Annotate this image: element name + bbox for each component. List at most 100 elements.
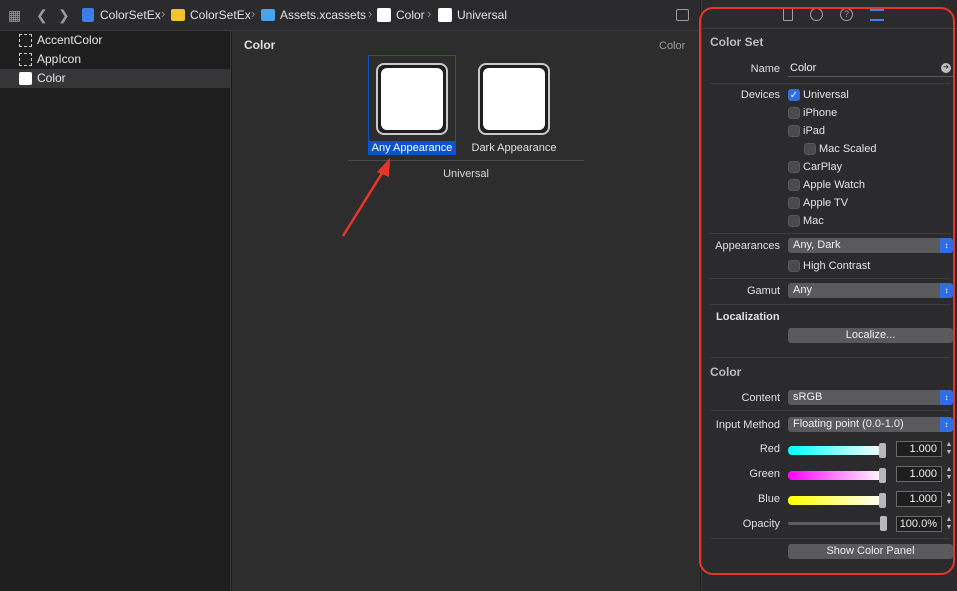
content-label: Content: [741, 392, 780, 404]
red-slider[interactable]: [788, 446, 884, 455]
high-contrast-label: High Contrast: [803, 260, 871, 272]
breadcrumb-assets[interactable]: Assets.xcassets: [280, 8, 366, 22]
opacity-slider[interactable]: [788, 522, 884, 525]
gamut-popup[interactable]: Any ↕: [788, 283, 953, 298]
annotation-arrow: [341, 158, 390, 237]
iphone-checkbox[interactable]: [788, 107, 800, 119]
asset-navigator: AccentColor AppIcon Color: [0, 31, 231, 591]
red-value-field[interactable]: 1.000: [896, 441, 942, 457]
ipad-checkbox[interactable]: [788, 125, 800, 137]
green-slider-knob[interactable]: [879, 468, 886, 483]
green-stepper-icon[interactable]: ▲ ▼: [945, 466, 953, 482]
breadcrumb-separator: ›: [251, 6, 256, 21]
back-arrow-icon[interactable]: ❮: [36, 7, 48, 24]
navigator-item-label: AppIcon: [37, 52, 82, 66]
app-icon-placeholder-icon: [19, 53, 32, 66]
localization-label: Localization: [716, 311, 780, 323]
section-divider: [710, 83, 951, 84]
apple-tv-checkbox[interactable]: [788, 197, 800, 209]
carplay-checkbox-label: CarPlay: [803, 161, 843, 173]
breadcrumb-group[interactable]: ColorSetEx: [190, 8, 251, 22]
navigator-item-appicon[interactable]: AppIcon: [0, 50, 231, 69]
mac-scaled-checkbox[interactable]: [804, 143, 816, 155]
carplay-checkbox[interactable]: [788, 161, 800, 173]
section-divider: [710, 538, 951, 539]
green-value-field[interactable]: 1.000: [896, 466, 942, 482]
asset-catalog-icon: [261, 9, 275, 21]
color-set-placeholder-icon: [19, 34, 32, 47]
opacity-slider-knob[interactable]: [880, 516, 887, 531]
breadcrumb-color[interactable]: Color: [396, 8, 425, 22]
name-field[interactable]: Color ➜: [788, 61, 953, 77]
devices-label: Devices: [740, 89, 780, 101]
input-method-value: Floating point (0.0-1.0): [793, 418, 904, 430]
forward-arrow-icon[interactable]: ❯: [58, 7, 70, 24]
universal-checkbox[interactable]: ✓: [788, 89, 800, 101]
go-arrow-icon[interactable]: ➜: [941, 63, 951, 73]
attributes-inspector: ? Color Set Name Color ➜ Devices ✓ Unive…: [699, 0, 957, 591]
universal-checkbox-label: Universal: [803, 89, 849, 101]
blue-slider[interactable]: [788, 496, 884, 505]
grid-icon[interactable]: ▦: [8, 7, 21, 24]
ipad-checkbox-label: iPad: [803, 125, 826, 137]
navigator-item-accentcolor[interactable]: AccentColor: [0, 31, 231, 50]
content-value: sRGB: [793, 391, 823, 403]
content-popup[interactable]: sRGB ↕: [788, 390, 953, 405]
file-icon[interactable]: [783, 8, 793, 21]
breadcrumb-project[interactable]: ColorSetEx: [100, 8, 161, 22]
red-label: Red: [759, 443, 780, 455]
white-swatch: [381, 68, 443, 130]
dark-appearance-label[interactable]: Dark Appearance: [462, 142, 566, 154]
section-divider: [710, 304, 951, 305]
high-contrast-checkbox[interactable]: [788, 260, 800, 272]
gamut-label: Gamut: [746, 285, 780, 297]
history-icon[interactable]: [810, 8, 823, 21]
red-stepper-icon[interactable]: ▲ ▼: [945, 441, 953, 457]
swift-file-icon: [82, 8, 94, 22]
green-slider[interactable]: [788, 471, 884, 480]
opacity-value-field[interactable]: 100.0%: [896, 516, 942, 532]
localize-button[interactable]: Localize...: [788, 328, 953, 343]
popup-arrows-icon: ↕: [940, 238, 953, 253]
color-set-icon: [377, 8, 391, 22]
input-method-popup[interactable]: Floating point (0.0-1.0) ↕: [788, 417, 953, 432]
appearances-popup[interactable]: Any, Dark ↕: [788, 238, 953, 253]
mac-checkbox-label: Mac: [803, 215, 824, 227]
add-editor-icon[interactable]: [676, 9, 689, 21]
popup-arrows-icon: ↕: [940, 390, 953, 405]
show-color-panel-button[interactable]: Show Color Panel: [788, 544, 953, 559]
editor-title: Color: [244, 38, 276, 52]
popup-arrows-icon: ↕: [940, 417, 953, 432]
blue-stepper-icon[interactable]: ▲ ▼: [945, 491, 953, 507]
breadcrumb-separator: ›: [161, 6, 166, 21]
red-slider-knob[interactable]: [879, 443, 886, 458]
mac-checkbox[interactable]: [788, 215, 800, 227]
section-divider: [710, 233, 951, 234]
gamut-value: Any: [793, 284, 812, 296]
any-appearance-well[interactable]: [376, 63, 448, 135]
mac-scaled-checkbox-label: Mac Scaled: [819, 143, 877, 155]
editor-color-label: Color: [659, 40, 686, 52]
iphone-checkbox-label: iPhone: [803, 107, 838, 119]
opacity-stepper-icon[interactable]: ▲ ▼: [945, 516, 953, 532]
breadcrumb-universal[interactable]: Universal: [457, 8, 507, 22]
help-icon[interactable]: ?: [840, 8, 853, 21]
jump-bar: ▦ ❮ ❯ ColorSetEx › ColorSetEx › Assets.x…: [0, 0, 700, 31]
attributes-icon[interactable]: [870, 9, 884, 21]
opacity-label: Opacity: [742, 518, 780, 530]
blue-label: Blue: [757, 493, 780, 505]
breadcrumb-separator: ›: [368, 6, 373, 21]
folder-icon: [171, 9, 185, 21]
color-swatch-icon: [438, 8, 452, 22]
dark-appearance-well[interactable]: [478, 63, 550, 135]
section-divider: [710, 410, 951, 411]
blue-value-field[interactable]: 1.000: [896, 491, 942, 507]
apple-watch-checkbox[interactable]: [788, 179, 800, 191]
blue-slider-knob[interactable]: [879, 493, 886, 508]
asset-editor: Color Color Any Appearance Dark Appearan…: [232, 31, 700, 591]
navigator-item-color[interactable]: Color: [0, 69, 231, 88]
green-label: Green: [749, 468, 780, 480]
tab-divider: [702, 28, 957, 29]
apple-watch-checkbox-label: Apple Watch: [803, 179, 865, 191]
appearances-label: Appearances: [715, 240, 780, 252]
